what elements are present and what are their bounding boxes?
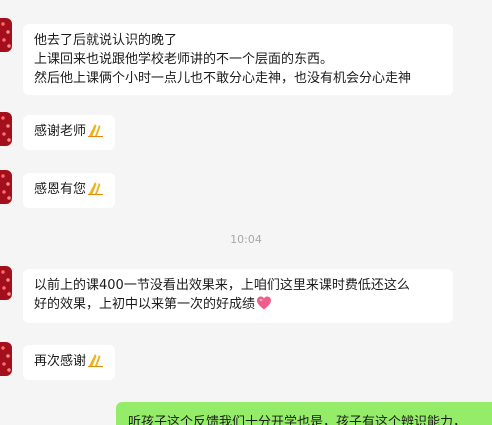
message-bubble-outgoing[interactable]: 听孩子这个反馈我们十分开学也是，孩子有这个辨识能力， [116,402,492,425]
message-text: 然后他上课俩个小时一点儿也不敢分心走神，也没有机会分心走神 [34,71,412,86]
message-bubble[interactable]: 感谢老师 [23,115,116,150]
pray-emoji [87,122,104,143]
pray-emoji [87,352,104,373]
message-bubble[interactable]: 感恩有您 [23,173,116,208]
avatar[interactable] [0,342,12,376]
avatar[interactable] [0,18,12,52]
message-bubble[interactable]: 再次感谢 [23,345,116,380]
message-text: 再次感谢 [34,354,87,369]
message-timestamp: 10:04 [230,233,262,246]
message-bubble[interactable]: 以前上的课400一节没看出效果来，上咱们这里来课时费低还这么 好的效果，上初中以… [23,269,453,323]
message-bubble[interactable]: 他去了后就说认识的晚了 上课回来也说跟他学校老师讲的不一个层面的东西。 然后他上… [23,24,453,95]
avatar[interactable] [0,170,12,204]
message-text: 以前上的课400一节没看出效果来，上咱们这里来课时费低还这么 [34,278,410,293]
avatar[interactable] [0,112,12,146]
message-text: 他去了后就说认识的晚了 [34,33,178,48]
message-text: 好的效果，上初中以来第一次的好成绩 [34,297,256,312]
avatar[interactable] [0,266,12,300]
message-text: 听孩子这个反馈我们十分开学也是，孩子有这个辨识能力， [128,415,467,425]
pray-emoji [87,180,104,201]
message-text: 感恩有您 [34,182,87,197]
chat-conversation: 他去了后就说认识的晚了 上课回来也说跟他学校老师讲的不一个层面的东西。 然后他上… [0,0,492,425]
pink-heart-emoji [256,296,272,316]
message-text: 感谢老师 [34,124,87,139]
message-text: 上课回来也说跟他学校老师讲的不一个层面的东西。 [34,52,334,67]
